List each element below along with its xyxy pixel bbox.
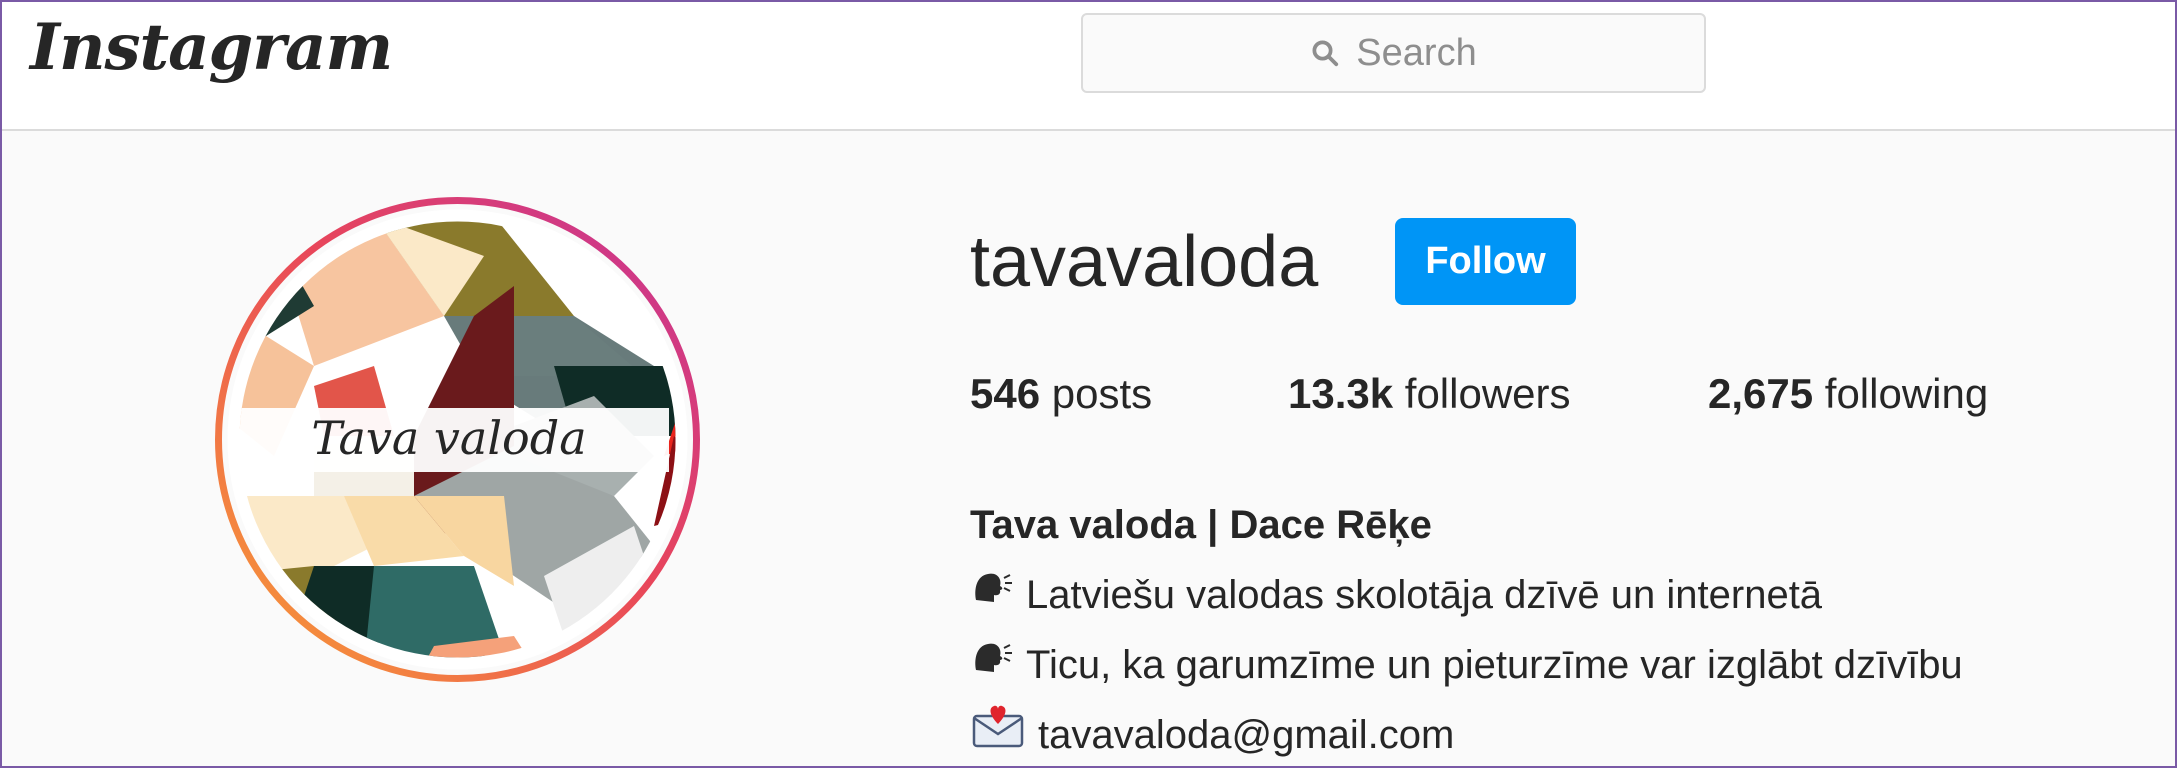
profile-username: tavavaloda xyxy=(970,222,1319,302)
instagram-window: Instagram Search Tava valoda tavavaloda … xyxy=(0,0,2177,768)
envelope-heart-icon xyxy=(970,700,1026,766)
speaking-head-icon xyxy=(970,630,1014,700)
search-icon xyxy=(1312,40,1339,67)
bio-line-1-text: Latviešu valodas skolotāja dzīvē un inte… xyxy=(1026,573,1823,617)
followers-count: 13.3k xyxy=(1288,370,1394,417)
posts-stat[interactable]: 546 posts xyxy=(970,370,1152,418)
follow-button[interactable]: Follow xyxy=(1395,218,1576,305)
profile-full-name: Tava valoda | Dace Rēķe xyxy=(970,503,1432,547)
profile-bio: Tava valoda | Dace Rēķe Latviešu valodas… xyxy=(970,490,1963,766)
top-navigation-bar: Instagram Search xyxy=(2,2,2175,131)
following-count: 2,675 xyxy=(1708,370,1814,417)
bio-email-line: tavavaloda@gmail.com xyxy=(970,700,1963,766)
instagram-logo[interactable]: Instagram xyxy=(30,10,393,85)
bio-line-2: Ticu, ka garumzīme un pieturzīme var izg… xyxy=(970,630,1963,700)
search-input[interactable]: Search xyxy=(1081,13,1706,93)
speaking-head-icon xyxy=(970,560,1014,630)
following-stat[interactable]: 2,675 following xyxy=(1708,370,1988,418)
posts-label: posts xyxy=(1051,370,1153,417)
email-link[interactable]: tavavaloda@gmail.com xyxy=(1038,700,1454,766)
posts-count: 546 xyxy=(970,370,1041,417)
search-placeholder: Search xyxy=(1356,31,1477,74)
followers-label: followers xyxy=(1404,370,1571,417)
avatar-title-text: Tava valoda xyxy=(311,411,586,465)
following-label: following xyxy=(1824,370,1989,417)
profile-avatar[interactable]: Tava valoda xyxy=(214,196,701,683)
bio-line-2-text: Ticu, ka garumzīme un pieturzīme var izg… xyxy=(1026,643,1963,687)
followers-stat[interactable]: 13.3k followers xyxy=(1288,370,1571,418)
bio-line-1: Latviešu valodas skolotāja dzīvē un inte… xyxy=(970,560,1963,630)
